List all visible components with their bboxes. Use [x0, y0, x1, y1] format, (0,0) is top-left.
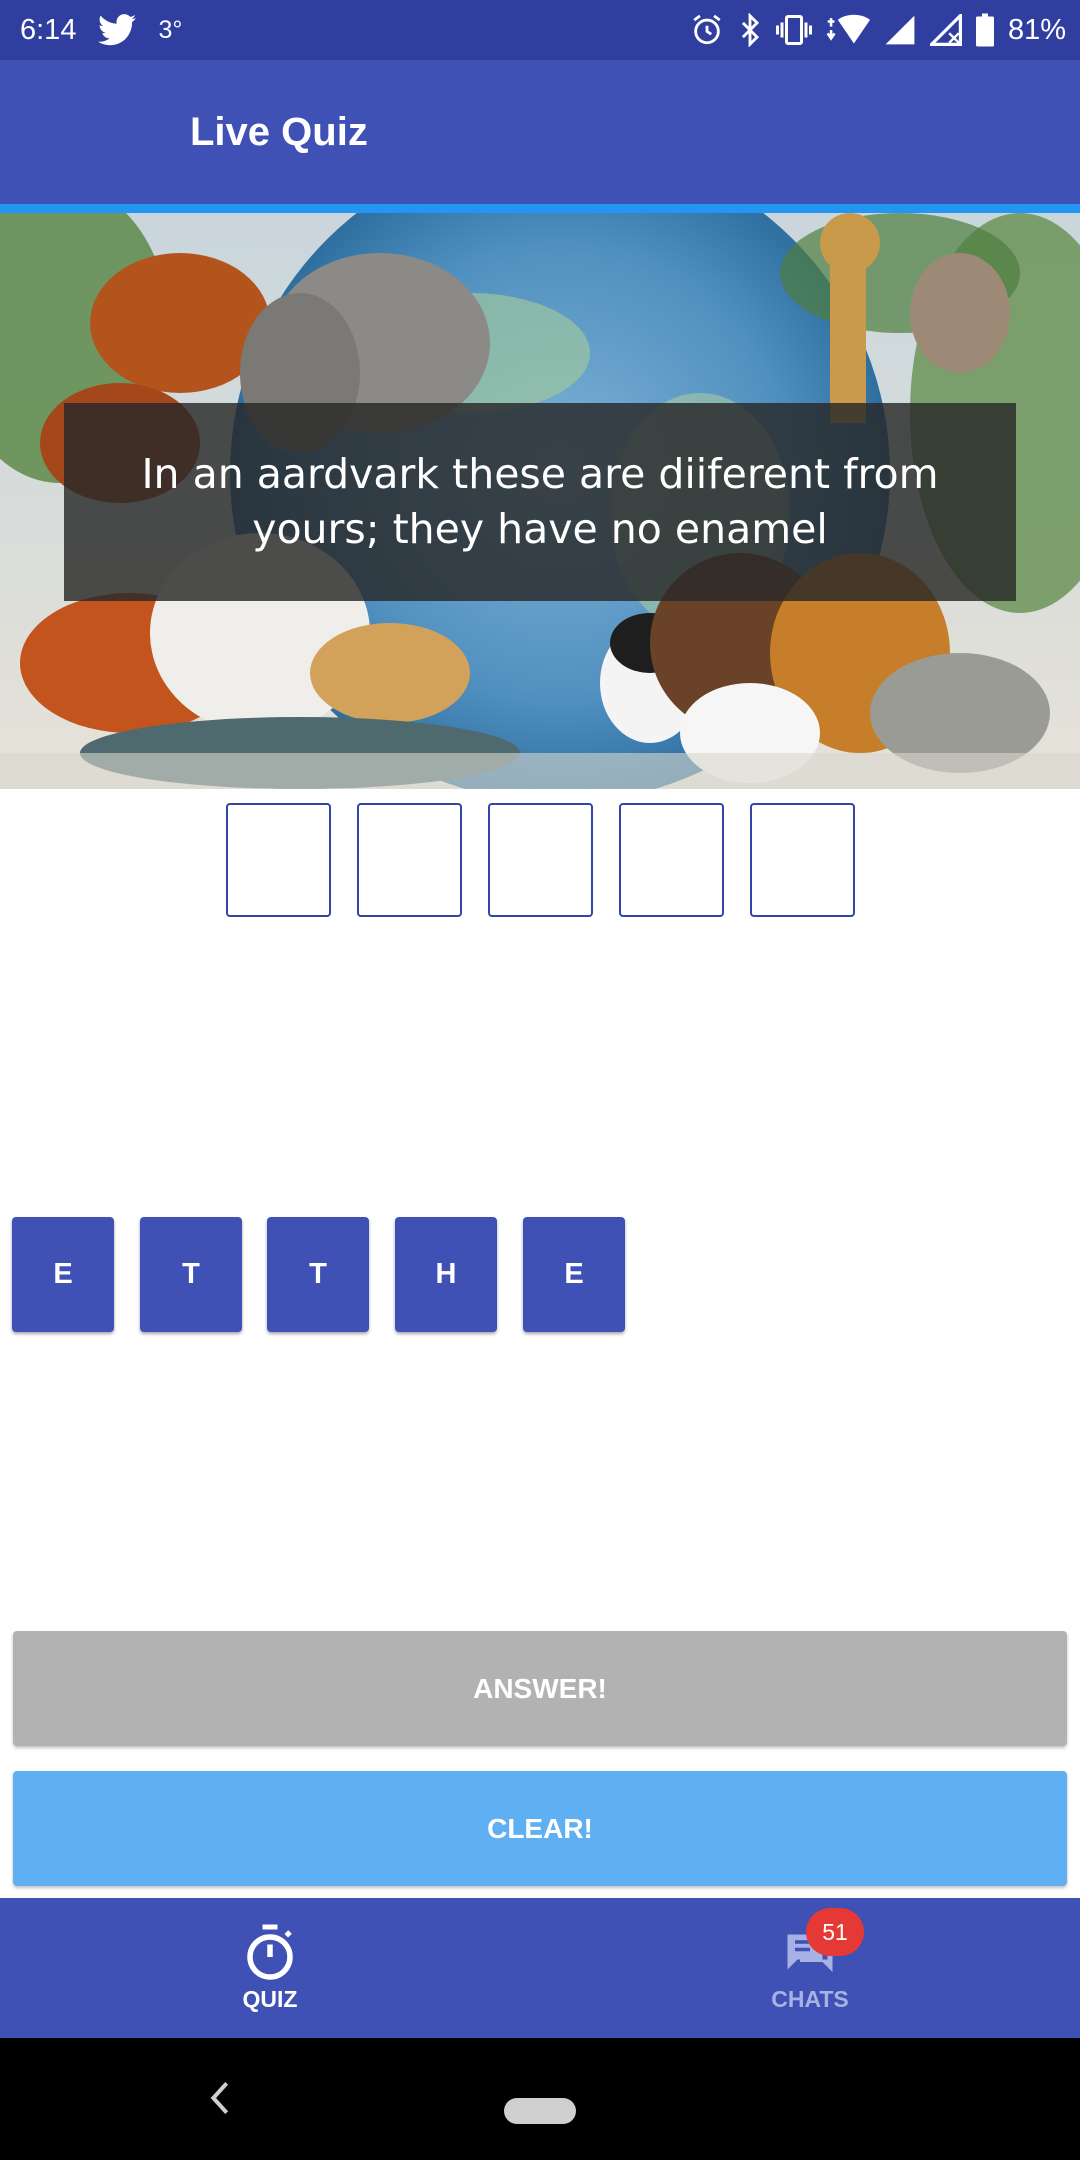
app-title: Live Quiz: [190, 110, 368, 154]
answer-slot[interactable]: [226, 803, 331, 917]
nav-label-quiz: QUIZ: [242, 1986, 298, 2012]
signal-off-icon: [929, 14, 962, 46]
letter-tile[interactable]: E: [12, 1217, 114, 1332]
clear-button[interactable]: CLEAR!: [13, 1771, 1067, 1886]
system-navigation-bar: [0, 2038, 1080, 2160]
alarm-icon: [690, 13, 724, 47]
nav-label-chats: CHATS: [771, 1986, 849, 2012]
app-bar: Live Quiz: [0, 60, 1080, 204]
answer-slots: [226, 803, 856, 917]
wifi-icon: [826, 13, 870, 47]
letter-tile[interactable]: H: [395, 1217, 497, 1332]
status-temperature: 3°: [158, 15, 183, 44]
question-image: In an aardvark these are diiferent from …: [0, 213, 1080, 789]
question-overlay: In an aardvark these are diiferent from …: [64, 403, 1016, 601]
question-text: In an aardvark these are diiferent from …: [141, 450, 939, 553]
answer-button[interactable]: ANSWER!: [13, 1631, 1067, 1746]
stopwatch-icon: [247, 1924, 293, 1980]
status-bar: 6:14 3° 81%: [0, 0, 1080, 60]
nav-item-quiz[interactable]: QUIZ: [0, 1898, 540, 2038]
battery-icon: [975, 13, 994, 47]
status-battery: 81%: [1007, 13, 1066, 46]
status-time: 6:14: [20, 13, 77, 46]
answer-slot[interactable]: [750, 803, 855, 917]
signal-icon: [884, 14, 916, 46]
chats-badge: 51: [806, 1908, 864, 1956]
back-icon[interactable]: [205, 2078, 235, 2118]
bottom-navigation: QUIZ CHATS: [0, 1898, 1080, 2038]
answer-slot[interactable]: [619, 803, 724, 917]
letter-tile[interactable]: E: [523, 1217, 625, 1332]
bluetooth-icon: [738, 13, 762, 47]
letter-tile[interactable]: T: [140, 1217, 242, 1332]
letter-tile[interactable]: T: [267, 1217, 369, 1332]
answer-slot[interactable]: [488, 803, 593, 917]
twitter-icon: [98, 14, 137, 46]
app-bar-accent-line: [0, 204, 1080, 213]
answer-slot[interactable]: [357, 803, 462, 917]
home-pill[interactable]: [504, 2098, 576, 2124]
vibrate-icon: [775, 15, 812, 45]
